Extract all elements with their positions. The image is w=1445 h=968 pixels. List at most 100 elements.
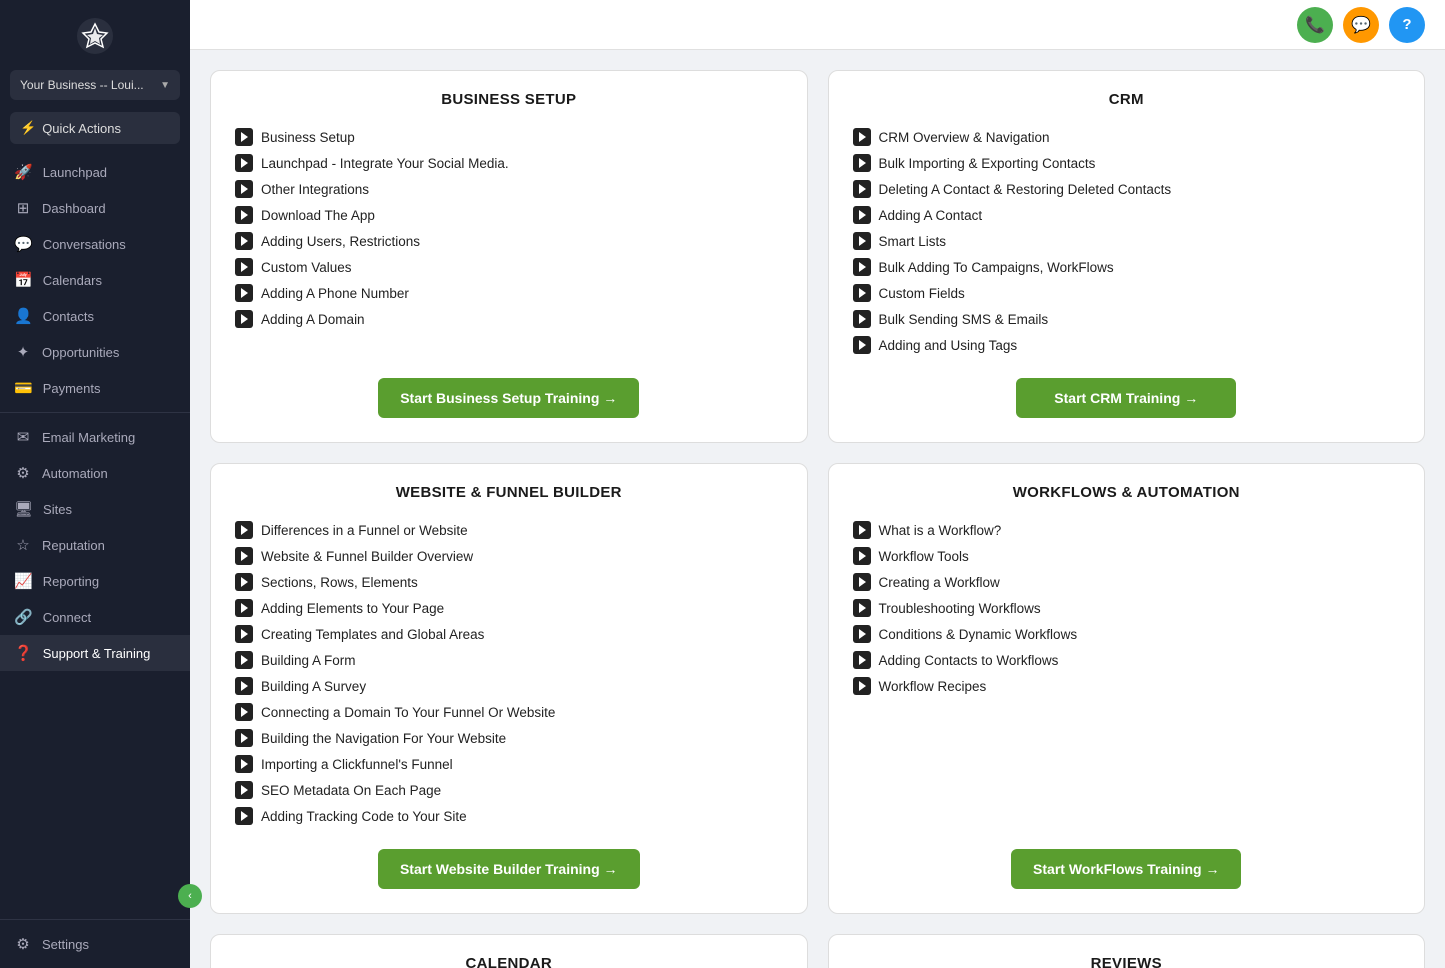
card-list-item: Bulk Sending SMS & Emails xyxy=(853,306,1401,332)
play-icon xyxy=(235,154,253,172)
play-icon xyxy=(853,651,871,669)
card-list-item: Deleting A Contact & Restoring Deleted C… xyxy=(853,176,1401,202)
play-icon xyxy=(235,729,253,747)
chat-icon-button[interactable]: 💬 xyxy=(1343,7,1379,43)
sidebar-item-email-marketing[interactable]: ✉ Email Marketing xyxy=(0,419,190,455)
card-list-item: CRM Overview & Navigation xyxy=(853,124,1401,150)
launchpad-icon: 🚀 xyxy=(14,163,33,181)
card-list-item: Conditions & Dynamic Workflows xyxy=(853,621,1401,647)
card-list-item: Importing a Clickfunnel's Funnel xyxy=(235,751,783,777)
sidebar-item-opportunities[interactable]: ✦ Opportunities xyxy=(0,334,190,370)
card-list-item: Workflow Recipes xyxy=(853,673,1401,699)
start-training-button[interactable]: Start Business Setup Training → xyxy=(378,378,639,418)
sidebar-item-connect[interactable]: 🔗 Connect xyxy=(0,599,190,635)
sites-icon: 🖥 xyxy=(14,500,33,518)
quick-actions-button[interactable]: ⚡ Quick Actions xyxy=(10,112,180,144)
play-icon xyxy=(235,258,253,276)
card-list-item: Adding Tracking Code to Your Site xyxy=(235,803,783,829)
play-icon xyxy=(235,781,253,799)
sidebar-item-payments[interactable]: 💳 Payments xyxy=(0,370,190,406)
sidebar-item-label: Email Marketing xyxy=(42,430,135,445)
sidebar-item-reporting[interactable]: 📈 Reporting xyxy=(0,563,190,599)
card-list-item: Workflow Tools xyxy=(853,543,1401,569)
help-icon-button[interactable]: ? xyxy=(1389,7,1425,43)
card-list-item: Adding and Using Tags xyxy=(853,332,1401,358)
sidebar-item-support-training[interactable]: ❓ Support & Training xyxy=(0,635,190,671)
app-logo-icon xyxy=(77,18,113,54)
opportunities-icon: ✦ xyxy=(14,343,32,361)
training-card-workflows-automation: WORKFLOWS & AUTOMATION What is a Workflo… xyxy=(828,463,1426,914)
sidebar-item-launchpad[interactable]: 🚀 Launchpad xyxy=(0,154,190,190)
play-icon xyxy=(853,521,871,539)
play-icon xyxy=(235,703,253,721)
play-icon xyxy=(235,128,253,146)
sidebar-logo xyxy=(0,0,190,64)
sidebar-item-label: Support & Training xyxy=(43,646,151,661)
card-item-text: Creating a Workflow xyxy=(879,575,1000,590)
card-item-text: Adding A Contact xyxy=(879,208,983,223)
card-list-item: Adding A Domain xyxy=(235,306,783,332)
card-item-text: Adding Contacts to Workflows xyxy=(879,653,1059,668)
play-icon xyxy=(235,651,253,669)
business-selector[interactable]: Your Business -- Loui... ▼ xyxy=(10,70,180,100)
card-item-text: Bulk Sending SMS & Emails xyxy=(879,312,1049,327)
sidebar-item-dashboard[interactable]: ⊞ Dashboard xyxy=(0,190,190,226)
support-training-icon: ❓ xyxy=(14,644,33,662)
play-icon xyxy=(235,755,253,773)
card-list-item: Launchpad - Integrate Your Social Media. xyxy=(235,150,783,176)
settings-label: Settings xyxy=(42,937,89,952)
training-cards-grid: BUSINESS SETUP Business Setup Launchpad … xyxy=(210,70,1425,968)
sidebar-item-sites[interactable]: 🖥 Sites xyxy=(0,491,190,527)
card-list-item: Adding A Contact xyxy=(853,202,1401,228)
start-training-button[interactable]: Start WorkFlows Training → xyxy=(1011,849,1241,889)
card-item-text: SEO Metadata On Each Page xyxy=(261,783,441,798)
play-icon xyxy=(853,284,871,302)
play-icon xyxy=(853,128,871,146)
sidebar-item-label: Automation xyxy=(42,466,108,481)
card-item-text: Adding Users, Restrictions xyxy=(261,234,420,249)
sidebar-item-settings[interactable]: ⚙ Settings xyxy=(0,926,190,962)
card-item-text: Custom Fields xyxy=(879,286,965,301)
play-icon xyxy=(235,625,253,643)
card-list-item: Custom Fields xyxy=(853,280,1401,306)
card-item-text: Launchpad - Integrate Your Social Media. xyxy=(261,156,509,171)
card-items-list: Business Setup Launchpad - Integrate You… xyxy=(235,124,783,358)
play-icon xyxy=(235,547,253,565)
card-item-text: Other Integrations xyxy=(261,182,369,197)
play-icon xyxy=(235,521,253,539)
card-title: WORKFLOWS & AUTOMATION xyxy=(853,484,1401,501)
card-list-item: Download The App xyxy=(235,202,783,228)
play-icon xyxy=(853,206,871,224)
card-list-item: Building the Navigation For Your Website xyxy=(235,725,783,751)
card-list-item: Website & Funnel Builder Overview xyxy=(235,543,783,569)
card-item-text: Website & Funnel Builder Overview xyxy=(261,549,473,564)
sidebar-item-automation[interactable]: ⚙ Automation xyxy=(0,455,190,491)
start-training-button[interactable]: Start Website Builder Training → xyxy=(378,849,640,889)
play-icon xyxy=(235,180,253,198)
card-title: BUSINESS SETUP xyxy=(235,91,783,108)
card-item-text: Adding A Domain xyxy=(261,312,365,327)
main-content: BUSINESS SETUP Business Setup Launchpad … xyxy=(190,50,1445,968)
card-item-text: Conditions & Dynamic Workflows xyxy=(879,627,1078,642)
phone-icon-button[interactable]: 📞 xyxy=(1297,7,1333,43)
sidebar-item-calendars[interactable]: 📅 Calendars xyxy=(0,262,190,298)
sidebar-item-reputation[interactable]: ☆ Reputation xyxy=(0,527,190,563)
play-icon xyxy=(853,310,871,328)
training-card-reviews: REVIEWS xyxy=(828,934,1426,968)
card-item-text: Troubleshooting Workflows xyxy=(879,601,1041,616)
sidebar-item-contacts[interactable]: 👤 Contacts xyxy=(0,298,190,334)
chevron-down-icon: ▼ xyxy=(160,80,170,91)
card-item-text: Connecting a Domain To Your Funnel Or We… xyxy=(261,705,555,720)
sidebar-item-conversations[interactable]: 💬 Conversations xyxy=(0,226,190,262)
sidebar-item-label: Connect xyxy=(43,610,91,625)
sidebar-collapse-button[interactable]: ‹ xyxy=(178,884,202,908)
card-list-item: Other Integrations xyxy=(235,176,783,202)
sidebar: Your Business -- Loui... ▼ ⚡ Quick Actio… xyxy=(0,0,190,968)
bolt-icon: ⚡ xyxy=(20,120,36,136)
email-marketing-icon: ✉ xyxy=(14,428,32,446)
start-training-button[interactable]: Start CRM Training → xyxy=(1016,378,1236,418)
card-list-item: Creating Templates and Global Areas xyxy=(235,621,783,647)
nav-list: 🚀 Launchpad ⊞ Dashboard 💬 Conversations … xyxy=(0,154,190,671)
card-item-text: Building the Navigation For Your Website xyxy=(261,731,506,746)
play-icon xyxy=(853,573,871,591)
